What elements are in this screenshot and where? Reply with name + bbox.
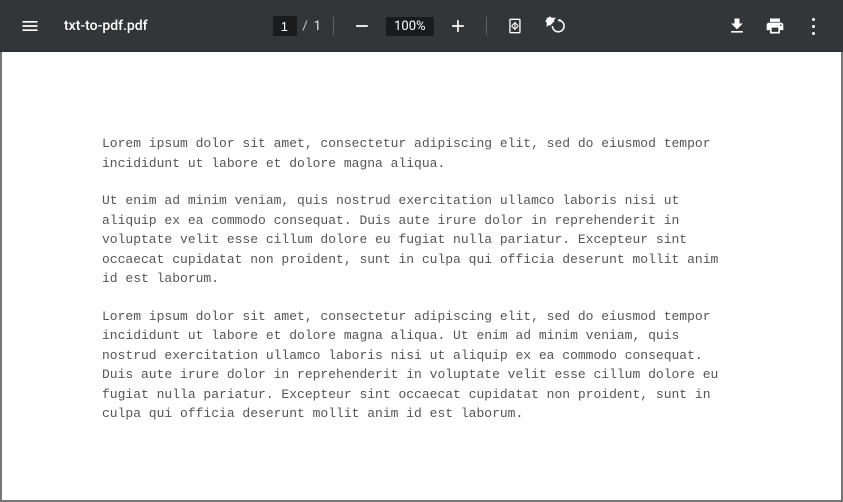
zoom-out-button[interactable] — [346, 10, 378, 42]
pdf-viewer-area[interactable]: Lorem ipsum dolor sit amet, consectetur … — [0, 52, 843, 502]
menu-button[interactable] — [14, 10, 46, 42]
pdf-toolbar: txt-to-pdf.pdf / 1 100% — [0, 0, 843, 52]
page-total: 1 — [314, 19, 321, 34]
page-number-input[interactable] — [272, 16, 296, 36]
document-filename: txt-to-pdf.pdf — [64, 18, 148, 34]
pdf-page: Lorem ipsum dolor sit amet, consectetur … — [0, 52, 843, 502]
fit-page-button[interactable] — [499, 10, 531, 42]
more-options-button[interactable] — [797, 10, 829, 42]
toolbar-center-group: / 1 100% — [272, 10, 570, 42]
page-separator: / — [302, 19, 307, 34]
fit-page-icon — [505, 16, 525, 36]
page-indicator: / 1 — [272, 16, 321, 36]
minus-icon — [352, 16, 372, 36]
print-icon — [765, 16, 785, 36]
toolbar-divider — [333, 17, 334, 35]
toolbar-divider — [486, 17, 487, 35]
zoom-level[interactable]: 100% — [386, 17, 433, 36]
download-button[interactable] — [721, 10, 753, 42]
rotate-button[interactable] — [539, 10, 571, 42]
rotate-icon — [545, 16, 565, 36]
toolbar-right-group — [721, 10, 829, 42]
download-icon — [727, 16, 747, 36]
document-paragraph: Ut enim ad minim veniam, quis nostrud ex… — [102, 191, 741, 289]
zoom-in-button[interactable] — [442, 10, 474, 42]
document-paragraph: Lorem ipsum dolor sit amet, consectetur … — [102, 307, 741, 424]
print-button[interactable] — [759, 10, 791, 42]
document-paragraph: Lorem ipsum dolor sit amet, consectetur … — [102, 134, 741, 173]
hamburger-icon — [20, 16, 40, 36]
plus-icon — [448, 16, 468, 36]
document-text: Lorem ipsum dolor sit amet, consectetur … — [102, 134, 741, 424]
kebab-icon — [812, 16, 815, 37]
